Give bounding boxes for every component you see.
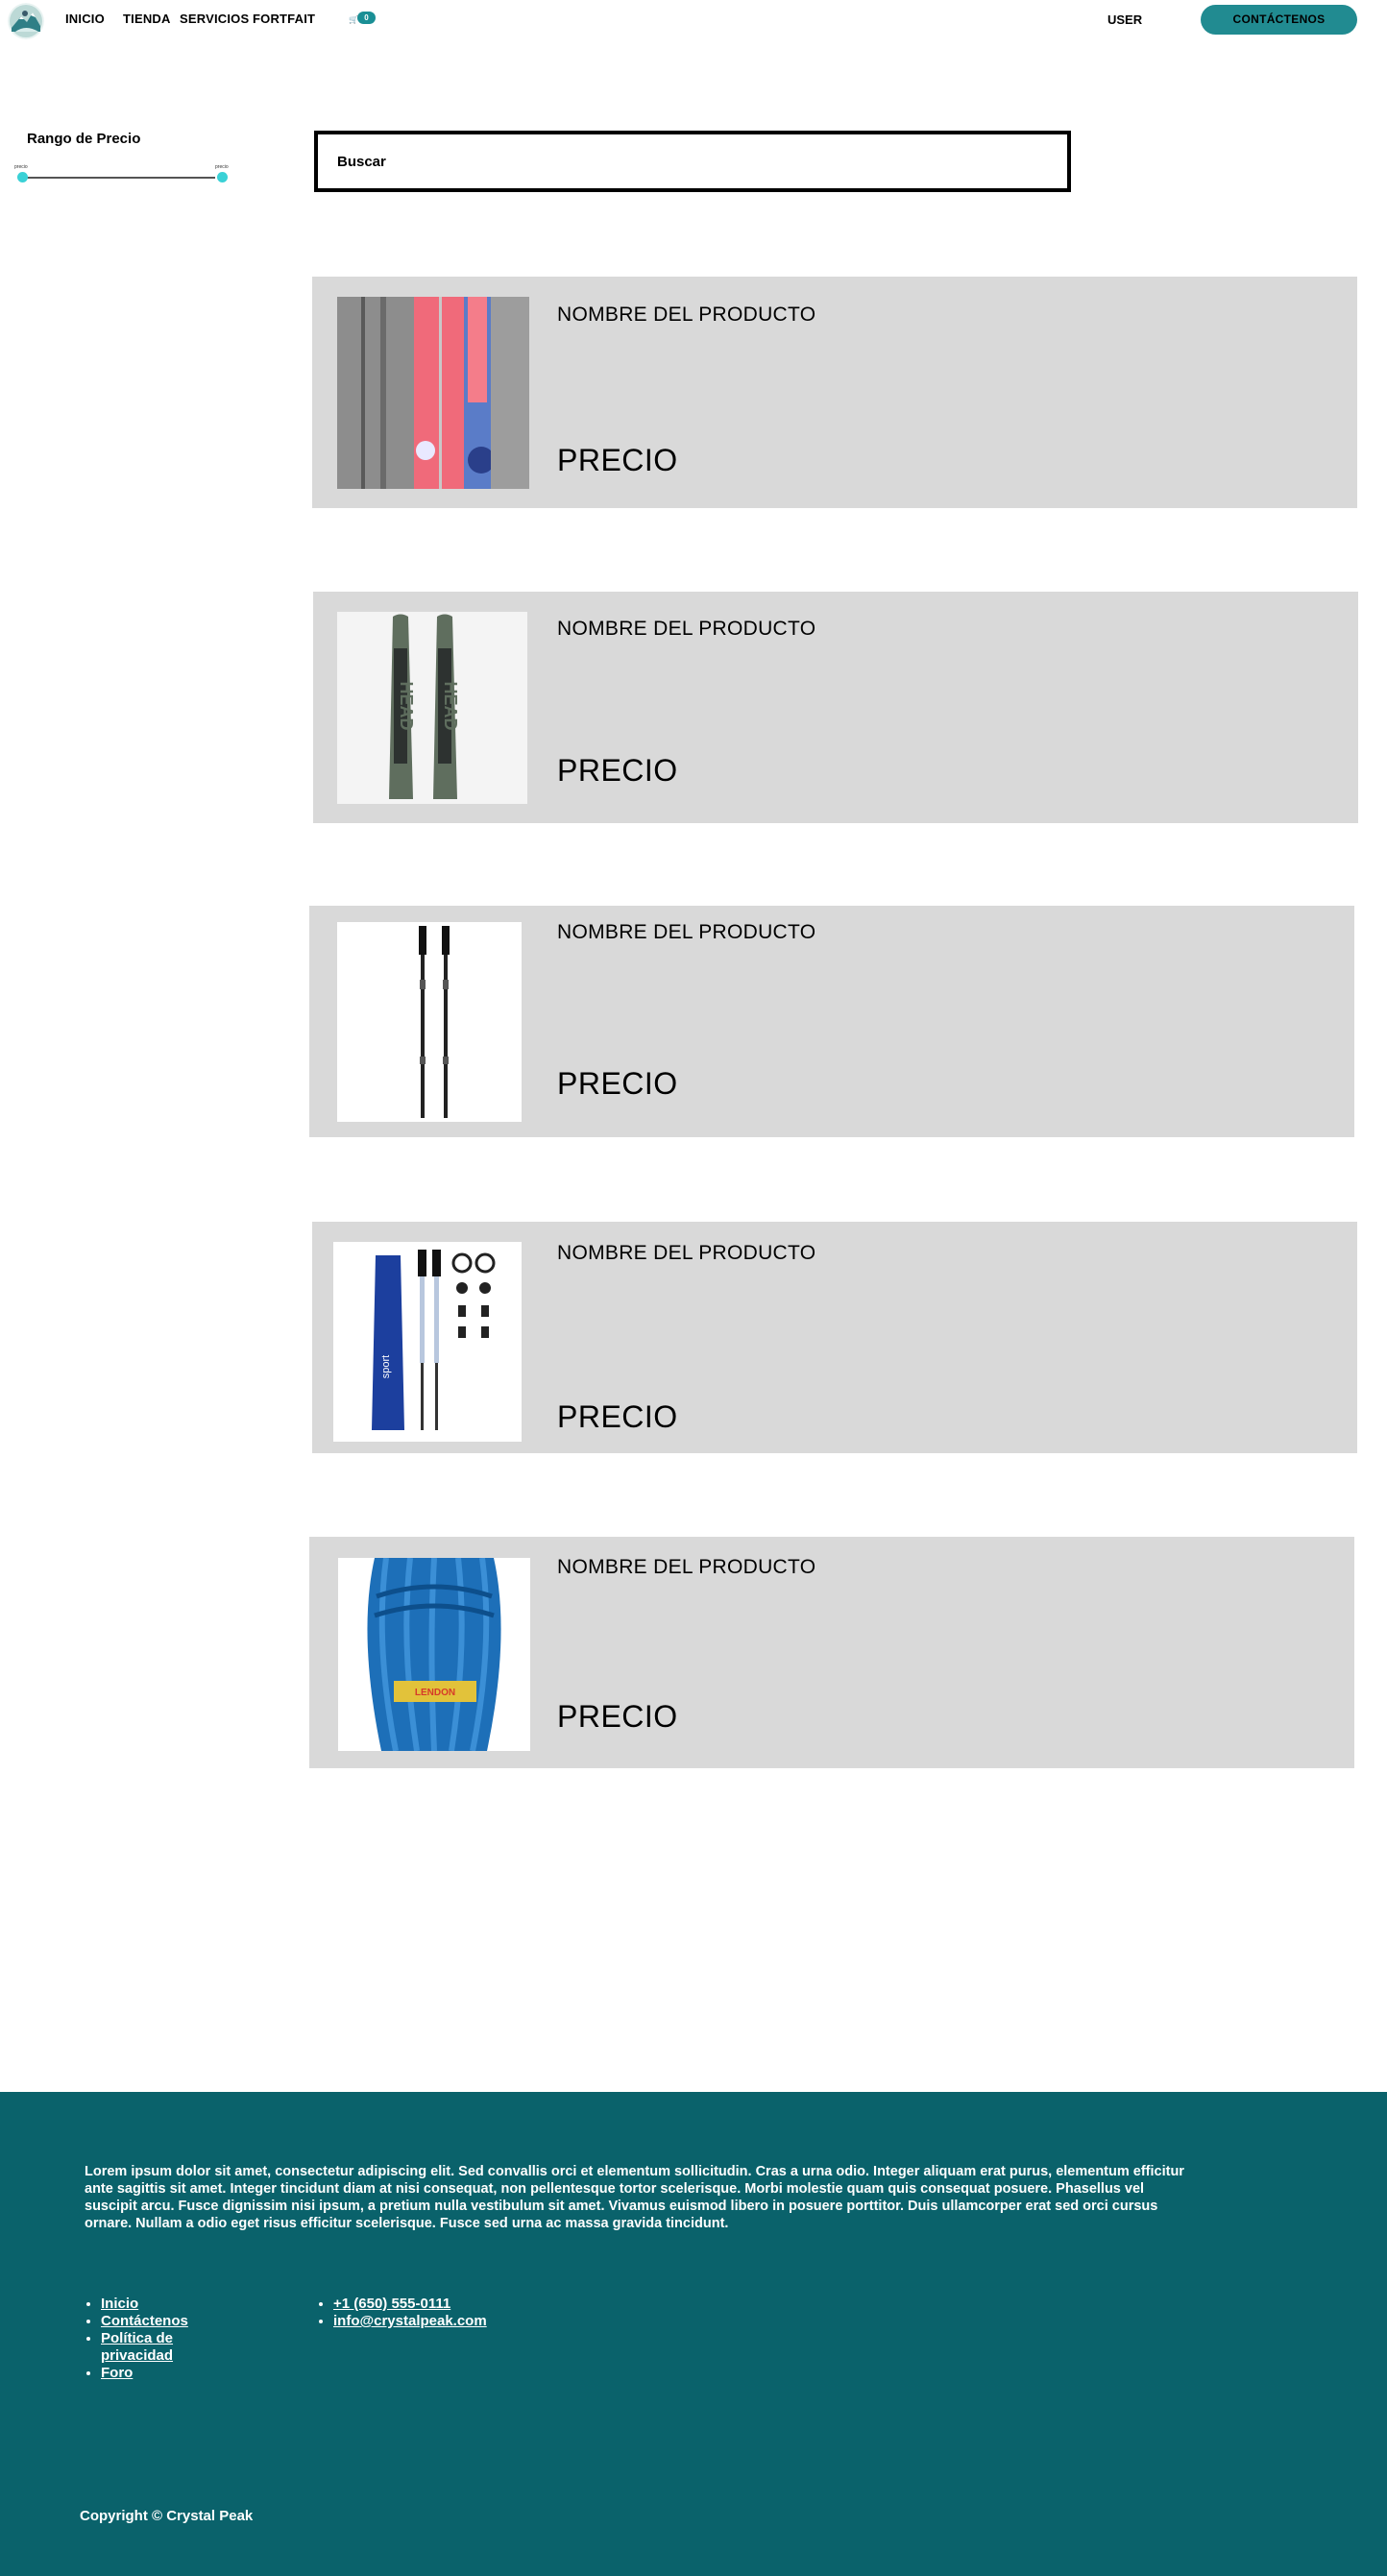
product-name: NOMBRE DEL PRODUCTO	[557, 921, 816, 943]
footer-description: Lorem ipsum dolor sit amet, consectetur …	[85, 2164, 1184, 2231]
footer-link-foro-anchor[interactable]: Foro	[101, 2365, 133, 2381]
svg-text:HEAD: HEAD	[441, 681, 460, 730]
footer-link-inicio-anchor[interactable]: Inicio	[101, 2296, 138, 2312]
product-card[interactable]: NOMBRE DEL PRODUCTO PRECIO	[309, 906, 1354, 1137]
cart-count-badge: 0	[357, 12, 376, 24]
product-price: PRECIO	[557, 443, 678, 477]
product-price: PRECIO	[557, 1399, 678, 1434]
search-input[interactable]: Buscar	[314, 131, 1071, 192]
product-name: NOMBRE DEL PRODUCTO	[557, 1242, 816, 1264]
range-max-thumb[interactable]	[217, 172, 228, 182]
product-card[interactable]: HEAD HEAD NOMBRE DEL PRODUCTO PRECIO	[313, 592, 1358, 823]
search-label: Buscar	[337, 154, 386, 170]
copyright: Copyright © Crystal Peak	[80, 2508, 254, 2524]
range-min-label: precio	[14, 164, 28, 170]
ski-poles-icon[interactable]	[337, 922, 522, 1122]
nav-inicio[interactable]: INICIO	[65, 12, 105, 26]
product-price: PRECIO	[557, 753, 678, 788]
crystal-peak-logo[interactable]	[8, 3, 44, 39]
footer-contact-phone: +1 (650) 555-0111	[333, 2296, 566, 2313]
product-card[interactable]: LENDON NOMBRE DEL PRODUCTO PRECIO	[309, 1537, 1354, 1768]
product-name: NOMBRE DEL PRODUCTO	[557, 618, 816, 640]
product-card[interactable]: NOMBRE DEL PRODUCTO PRECIO	[312, 277, 1357, 508]
footer-link-contactenos: Contáctenos	[101, 2313, 228, 2330]
user-link[interactable]: USER	[1107, 12, 1142, 27]
climbing-rope-icon[interactable]: LENDON	[338, 1558, 530, 1751]
skis-pink-icon[interactable]	[337, 297, 529, 489]
footer-link-inicio: Inicio	[101, 2296, 228, 2313]
range-track[interactable]	[22, 177, 215, 179]
nav-fortfait[interactable]: FORTFAIT	[253, 12, 315, 26]
range-max-label: precio	[215, 164, 229, 170]
footer-link-privacidad-anchor[interactable]: Política de privacidad	[101, 2330, 173, 2364]
nav-servicios[interactable]: SERVICIOS	[180, 12, 249, 26]
range-min-thumb[interactable]	[17, 172, 28, 182]
footer-link-privacidad: Política de privacidad	[101, 2330, 207, 2365]
price-range-title: Rango de Precio	[27, 131, 141, 147]
product-price: PRECIO	[557, 1066, 678, 1101]
footer-link-foro: Foro	[101, 2365, 228, 2382]
product-card[interactable]: sport NOMBRE DEL PRODUCTO PRECIO	[312, 1222, 1357, 1453]
product-name: NOMBRE DEL PRODUCTO	[557, 304, 816, 326]
footer-contacts: +1 (650) 555-0111 info@crystalpeak.com	[316, 2296, 566, 2330]
svg-text:sport: sport	[380, 1355, 392, 1378]
nav-tienda[interactable]: TIENDA	[123, 12, 171, 26]
footer-links: Inicio Contáctenos Política de privacida…	[84, 2296, 228, 2382]
svg-text:HEAD: HEAD	[397, 681, 416, 730]
footer-email-link[interactable]: info@crystalpeak.com	[333, 2313, 487, 2329]
footer-phone-link[interactable]: +1 (650) 555-0111	[333, 2296, 450, 2312]
footer-contact-email: info@crystalpeak.com	[333, 2313, 566, 2330]
product-name: NOMBRE DEL PRODUCTO	[557, 1556, 816, 1578]
price-range-slider[interactable]: precio precio	[13, 164, 229, 187]
skis-head-icon[interactable]: HEAD HEAD	[337, 612, 527, 804]
header: INICIO TIENDA SERVICIOS FORTFAIT 🛒 0 USE…	[0, 0, 1387, 40]
svg-text:LENDON: LENDON	[415, 1688, 455, 1698]
footer: Lorem ipsum dolor sit amet, consectetur …	[0, 2092, 1387, 2576]
footer-link-contactenos-anchor[interactable]: Contáctenos	[101, 2313, 188, 2329]
cart-button[interactable]: 🛒 0	[349, 12, 376, 25]
contact-button[interactable]: CONTÁCTENOS	[1201, 5, 1357, 35]
product-price: PRECIO	[557, 1699, 678, 1734]
trekking-poles-kit-icon[interactable]: sport	[333, 1242, 522, 1442]
